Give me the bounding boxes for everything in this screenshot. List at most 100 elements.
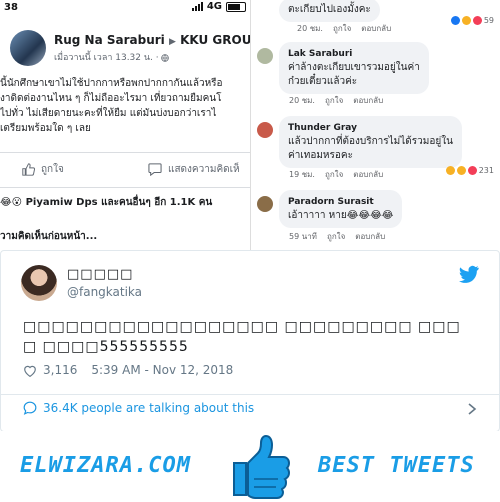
like-reaction-icon xyxy=(450,16,460,25)
reaction-count: 231 xyxy=(478,166,494,175)
comment-reactions[interactable]: 59 xyxy=(450,16,494,25)
comment-reactions[interactable]: 231 xyxy=(445,166,494,175)
comment-item: Thunder Gray แล้วปากกาที่ต้องบริการไม่ได… xyxy=(257,116,500,182)
tweet-meta: 3,116 5:39 AM - Nov 12, 2018 xyxy=(23,363,233,377)
thumbs-up-icon xyxy=(233,434,291,499)
comment-bubble: Paradorn Surasit เอ้าาาาา หาย😂😂😂😂 xyxy=(279,190,403,228)
tweet-handle[interactable]: @fangkatika xyxy=(67,285,142,299)
facebook-post-panel: 38 4G Rug Na Saraburi ▶ KKU GROUP เ xyxy=(0,0,251,250)
facebook-screenshot: 38 4G Rug Na Saraburi ▶ KKU GROUP เ xyxy=(0,0,500,250)
comment-item: Lak Saraburi ค่าล้างตะเกียบเขารวมอยู่ในค… xyxy=(257,42,500,108)
commenter-avatar[interactable] xyxy=(257,196,273,212)
like-label: ถูกใจ xyxy=(41,164,64,175)
reaction-count: 59 xyxy=(483,16,494,25)
comment-text: เอ้าาาาา หาย😂😂😂😂 xyxy=(288,210,394,221)
comment-meta: 20 ชม. ถูกใจ ตอบกลับ xyxy=(297,22,391,35)
network-label: 4G xyxy=(206,1,222,12)
comment-bubble: Lak Saraburi ค่าล้างตะเกียบเขารวมอยู่ในค… xyxy=(279,42,429,94)
status-time: 38 xyxy=(4,2,18,13)
comment-time: 20 ชม. xyxy=(289,96,315,105)
laugh-reaction-icon xyxy=(461,16,471,25)
footer-banner: ELWIZARA.COM BEST TWEETS xyxy=(0,431,500,502)
comment-item: Paradorn Surasit เอ้าาาาา หาย😂😂😂😂 59 นาท… xyxy=(257,190,500,246)
tweet-divider xyxy=(1,394,499,395)
chevron-right-icon[interactable] xyxy=(467,403,477,415)
speech-bubble-icon xyxy=(23,401,37,415)
post-line: ไปทั่ว ไม่เสียดายนะคะที่ให้ยืม แต่มันบ่ง… xyxy=(0,108,217,119)
commenter-avatar[interactable] xyxy=(257,48,273,64)
laugh-reaction-icon xyxy=(445,166,455,175)
tweet-card: □□□□□ @fangkatika □□□□□□□□□□□□□□□□□□ □□□… xyxy=(0,250,500,432)
reactions-text: Piyamiw Dps และคนอื่นๆ อีก 1.1K คน xyxy=(25,197,213,208)
arrow-icon: ▶ xyxy=(168,37,176,47)
tweet-display-name[interactable]: □□□□□ xyxy=(67,267,133,282)
comment-bubble: Thunder Gray แล้วปากกาที่ต้องบริการไม่ได… xyxy=(279,116,462,168)
like-button[interactable]: ถูกใจ xyxy=(22,162,64,177)
laugh-emoji-icon: 😂😮 xyxy=(0,197,23,208)
comment-reply-link[interactable]: ตอบกลับ xyxy=(355,230,385,243)
comment-time: 20 ชม. xyxy=(297,24,323,33)
tweet-timestamp[interactable]: 5:39 AM - Nov 12, 2018 xyxy=(91,363,233,377)
comment-bubble: ตะเกียบไปเองมั้งคะ xyxy=(279,0,380,22)
post-actions: ถูกใจ แสดงความคิดเห็ xyxy=(0,152,250,188)
comment-icon xyxy=(148,163,162,176)
comment-text: ก๋วยเตี๋ยวแล้วค่ะ xyxy=(288,76,358,87)
love-reaction-icon xyxy=(467,166,477,175)
comment-reply-link[interactable]: ตอบกลับ xyxy=(353,168,383,181)
comment-like-link[interactable]: ถูกใจ xyxy=(325,168,343,181)
status-icons: 4G xyxy=(191,1,246,12)
twitter-bird-icon[interactable] xyxy=(459,265,479,283)
comment-text: แล้วปากกาที่ต้องบริการไม่ได้รวมอยู่ใน xyxy=(288,136,453,147)
post-meta: เมื่อวานนี้ เวลา 13.32 น. · xyxy=(54,50,170,64)
comment-meta: 20 ชม. ถูกใจ ตอบกลับ xyxy=(289,94,383,107)
globe-icon xyxy=(161,53,170,62)
comment-time: 19 ชม. xyxy=(289,170,315,179)
post-line: นี้นักศึกษาเขาไม่ใช้ปากกาหรือพกปากกากันแ… xyxy=(0,78,223,89)
screenshot-root: 38 4G Rug Na Saraburi ▶ KKU GROUP เ xyxy=(0,0,500,502)
banner-site-name: ELWIZARA.COM xyxy=(20,453,191,478)
comment-label: แสดงความคิดเห็ xyxy=(168,164,240,175)
comment-author[interactable]: Paradorn Surasit xyxy=(288,195,393,209)
comment-text: ค่าล้างตะเกียบเขารวมอยู่ในค่า xyxy=(288,62,420,73)
post-group[interactable]: KKU GROUP xyxy=(180,33,250,47)
post-line: เตรียมพร้อมใด ๆ เลย xyxy=(0,123,91,134)
tweet-likes: 3,116 xyxy=(43,363,78,377)
comment-meta: 19 ชม. ถูกใจ ตอบกลับ xyxy=(289,168,383,181)
comment-author[interactable]: Thunder Gray xyxy=(288,121,453,135)
post-time: เมื่อวานนี้ เวลา 13.32 น. · xyxy=(54,53,159,63)
comment-reply-link[interactable]: ตอบกลับ xyxy=(361,22,391,35)
comment-text: ค่าเทอมหรอคะ xyxy=(288,150,353,161)
comment-like-link[interactable]: ถูกใจ xyxy=(325,94,343,107)
post-body: นี้นักศึกษาเขาไม่ใช้ปากกาหรือพกปากกากันแ… xyxy=(0,76,250,136)
comment-meta: 59 นาที ถูกใจ ตอบกลับ xyxy=(289,230,385,243)
comment-text: ตะเกียบไปเองมั้งคะ xyxy=(288,4,371,15)
facebook-comments-panel: ตะเกียบไปเองมั้งคะ 20 ชม. ถูกใจ ตอบกลับ … xyxy=(251,0,500,250)
battery-icon xyxy=(226,1,246,12)
comment-button[interactable]: แสดงความคิดเห็ xyxy=(148,162,240,177)
tweet-talking-text: 36.4K people are talking about this xyxy=(43,401,255,415)
previous-comments-link[interactable]: วามคิดเห็นก่อนหน้า... xyxy=(0,229,97,244)
post-header: Rug Na Saraburi ▶ KKU GROUP เมื่อวานนี้ … xyxy=(10,30,250,70)
thumbs-up-icon xyxy=(22,163,35,176)
post-line: งาดิดต่องานไหน ๆ ก็ไม่ถืออะไรมา เที่ยวถา… xyxy=(0,93,222,104)
comment-like-link[interactable]: ถูกใจ xyxy=(327,230,345,243)
post-author[interactable]: Rug Na Saraburi xyxy=(54,33,165,47)
wow-reaction-icon xyxy=(456,166,466,175)
heart-icon[interactable] xyxy=(23,364,37,377)
status-bar: 38 4G xyxy=(0,0,250,16)
tweet-conversation-link[interactable]: 36.4K people are talking about this xyxy=(23,401,254,415)
post-author-line: Rug Na Saraburi ▶ KKU GROUP xyxy=(54,33,250,47)
love-reaction-icon xyxy=(472,16,482,25)
tweet-avatar[interactable] xyxy=(21,265,57,301)
commenter-avatar[interactable] xyxy=(257,122,273,138)
comment-like-link[interactable]: ถูกใจ xyxy=(333,22,351,35)
banner-tagline: BEST TWEETS xyxy=(318,453,475,478)
comment-reply-link[interactable]: ตอบกลับ xyxy=(353,94,383,107)
comment-time: 59 นาที xyxy=(289,232,317,241)
comment-item: ตะเกียบไปเองมั้งคะ 20 ชม. ถูกใจ ตอบกลับ … xyxy=(257,0,500,38)
tweet-text: □□□□□□□□□□□□□□□□□□ □□□□□□□□□ □□□□ □□□□55… xyxy=(23,319,461,355)
comment-author[interactable]: Lak Saraburi xyxy=(288,47,420,61)
group-avatar[interactable] xyxy=(10,30,46,66)
reactions-summary[interactable]: 😂😮 Piyamiw Dps และคนอื่นๆ อีก 1.1K คน xyxy=(0,195,212,210)
signal-icon xyxy=(191,2,203,11)
